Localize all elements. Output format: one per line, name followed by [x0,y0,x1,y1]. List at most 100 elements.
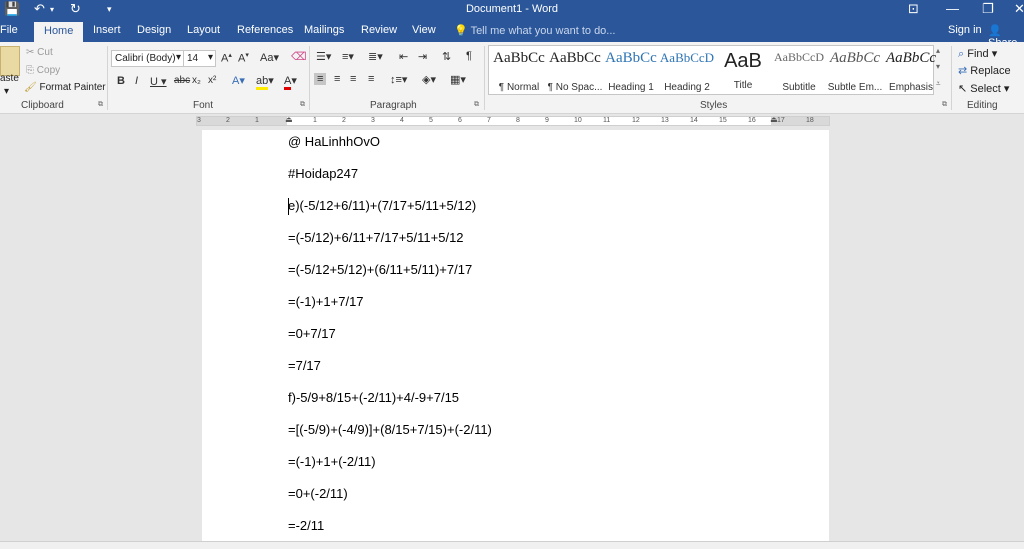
style-normal[interactable]: AaBbCc ¶ Normal [491,50,547,93]
copy-icon: ⎘ [26,65,34,76]
ribbon: aste ▾ ✂ Cut ⎘ Copy 🖌 Format Painter Cli… [0,42,1024,114]
tab-references[interactable]: References [237,24,293,36]
strikethrough-button[interactable]: abc [174,75,190,86]
style-subtitle[interactable]: AaBbCcD Subtitle [771,50,827,93]
style-heading-1[interactable]: AaBbCc Heading 1 [603,50,659,93]
horizontal-ruler[interactable]: 3 2 1 1 2 3 4 5 6 7 8 9 10 11 12 13 14 15 16 17 18 ⏏ ⏏ [196,115,830,126]
font-launcher-icon[interactable]: ⧉ [300,101,305,109]
sign-in-link[interactable]: Sign in [948,24,982,36]
change-case-button[interactable]: Aa▾ [260,51,279,64]
close-icon[interactable]: ✕ [1014,1,1024,17]
bold-button[interactable]: B [117,75,125,87]
indent-marker-icon[interactable]: ⏏ [285,115,293,124]
font-size-box[interactable]: 14 ▾ [183,50,216,67]
doc-line[interactable]: =(-5/12)+6/11+7/17+5/11+5/12 [288,230,464,245]
replace-icon: ⇄ [958,65,968,77]
align-left-icon[interactable]: ≡ [314,73,327,85]
font-name-value: Calibri (Body) [115,53,176,64]
decrease-indent-icon[interactable]: ⇤ [399,50,408,63]
ruler-number: 7 [487,117,491,124]
doc-line[interactable]: #Hoidap247 [288,166,358,181]
tab-review[interactable]: Review [361,24,397,36]
ribbon-display-icon[interactable]: ⊡ [908,1,919,17]
find-label: Find [967,48,989,60]
justify-icon[interactable]: ≡ [368,73,374,85]
paragraph-group-label: Paragraph [370,100,417,111]
grow-font-button[interactable]: A▴ [221,51,232,65]
document-page[interactable]: @ HaLinhhOvO #Hoidap247 e)(-5/12+6/11)+(… [202,130,829,549]
tab-home[interactable]: Home [34,22,84,42]
doc-line[interactable]: =(-5/12+5/12)+(6/11+5/11)+7/17 [288,262,472,277]
underline-button[interactable]: U ▾ [150,75,167,88]
doc-line[interactable]: =7/17 [288,358,321,373]
replace-button[interactable]: ⇄ Replace [958,64,1011,77]
paintbrush-icon: 🖌 [24,82,37,93]
minimize-icon[interactable]: — [946,1,959,16]
styles-scroll-up-icon[interactable]: ▴ [936,46,940,55]
ruler-number: 4 [400,117,404,124]
restore-icon[interactable]: ❐ [982,1,994,17]
tab-layout[interactable]: Layout [187,24,220,36]
style-title[interactable]: AaB Title [715,50,771,91]
styles-launcher-icon[interactable]: ⧉ [942,101,947,109]
style-no-spacing[interactable]: AaBbCc ¶ No Spac... [547,50,603,93]
style-heading-2[interactable]: AaBbCcD Heading 2 [659,50,715,93]
line-spacing-icon[interactable]: ↕≡▾ [390,73,407,86]
format-painter-button[interactable]: 🖌 Format Painter [24,82,106,93]
font-color-icon[interactable]: A▾ [284,74,297,90]
clipboard-launcher-icon[interactable]: ⧉ [98,101,103,109]
select-button[interactable]: ↖ Select ▾ [958,82,1009,95]
styles-scroll-down-icon[interactable]: ▾ [936,62,940,71]
style-sample: AaB [724,50,762,72]
show-formatting-icon[interactable]: ¶ [466,50,472,62]
clear-formatting-icon[interactable]: ⌫ [291,50,307,63]
tell-me-box[interactable]: 💡 Tell me what you want to do... [454,24,615,37]
doc-line[interactable]: =0+(-2/11) [288,486,348,501]
bullets-icon[interactable]: ☰▾ [316,50,331,63]
paste-icon[interactable] [0,46,20,76]
shrink-font-button[interactable]: A▾ [238,51,249,65]
borders-icon[interactable]: ▦▾ [450,73,466,86]
doc-line[interactable]: e)(-5/12+6/11)+(7/17+5/11+5/12) [288,198,476,213]
tab-view[interactable]: View [412,24,436,36]
tab-insert[interactable]: Insert [93,24,121,36]
cut-button[interactable]: ✂ Cut [26,47,53,58]
paragraph-launcher-icon[interactable]: ⧉ [474,101,479,109]
style-name: Heading 2 [664,82,710,93]
style-emphasis[interactable]: AaBbCc Emphasis [883,50,939,93]
superscript-button[interactable]: x² [208,75,216,86]
doc-line[interactable]: =-2/11 [288,518,324,533]
multilevel-list-icon[interactable]: ≣▾ [368,50,383,63]
divider [484,46,485,110]
copy-button[interactable]: ⎘ Copy [26,65,60,76]
align-right-icon[interactable]: ≡ [350,73,356,85]
find-button[interactable]: ⌕ Find ▾ [958,47,997,61]
tab-mailings[interactable]: Mailings [304,24,344,36]
shading-icon[interactable]: ◈▾ [422,73,436,86]
subscript-button[interactable]: x₂ [192,75,201,86]
style-subtle-emphasis[interactable]: AaBbCc Subtle Em... [827,50,883,93]
font-name-box[interactable]: Calibri (Body) ▾ [111,50,184,67]
doc-line[interactable]: =[(-5/9)+(-4/9)]+(8/15+7/15)+(-2/11) [288,422,492,437]
text-effects-icon[interactable]: A▾ [232,74,245,87]
tab-design[interactable]: Design [137,24,171,36]
numbering-icon[interactable]: ≡▾ [342,50,354,63]
paste-label[interactable]: aste [0,73,19,84]
styles-more-icon[interactable]: ⩡ [936,79,941,89]
sort-icon[interactable]: ⇅ [442,50,451,63]
italic-button[interactable]: I [135,75,138,87]
paste-dropdown-icon[interactable]: ▾ [4,86,9,97]
doc-line[interactable]: @ HaLinhhOvO [288,134,380,149]
doc-line[interactable]: =(-1)+1+7/17 [288,294,364,309]
doc-line[interactable]: =(-1)+1+(-2/11) [288,454,376,469]
align-center-icon[interactable]: ≡ [334,73,340,85]
copy-label: Copy [36,65,61,76]
right-indent-marker-icon[interactable]: ⏏ [770,115,778,124]
highlight-icon[interactable]: ab▾ [256,74,274,90]
doc-line[interactable]: f)-5/9+8/15+(-2/11)+4/-9+7/15 [288,390,459,405]
doc-line[interactable]: =0+7/17 [288,326,336,341]
person-icon: 👤 [988,25,1002,37]
ruler-number: 1 [313,117,317,124]
tab-file[interactable]: File [0,24,18,36]
increase-indent-icon[interactable]: ⇥ [418,50,427,63]
